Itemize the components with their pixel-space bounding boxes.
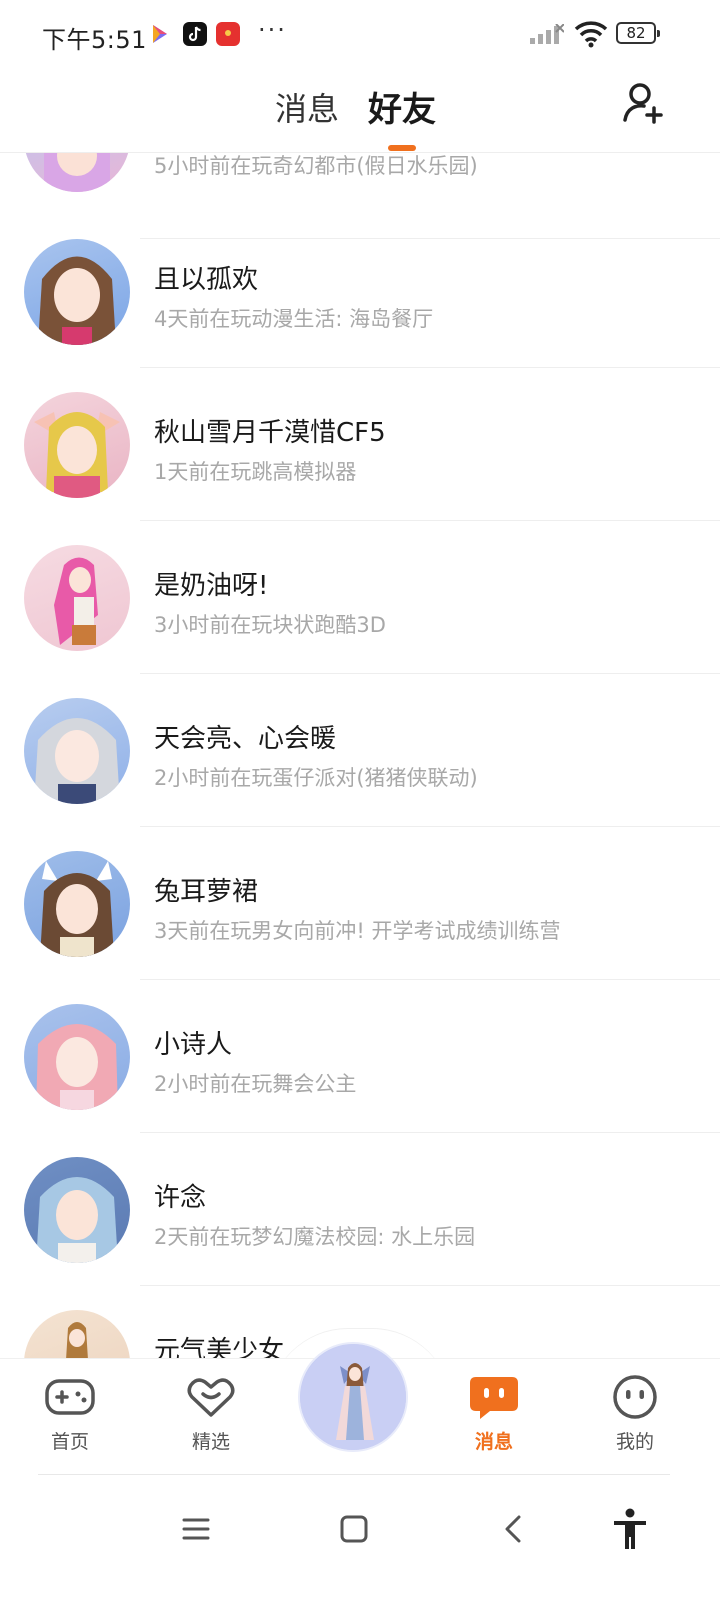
friend-row[interactable]: 5小时前在玩奇幻都市(假日水乐园) [0,153,720,239]
play-store-icon [153,25,167,43]
add-user-icon[interactable] [622,80,666,126]
signal-icon [530,24,564,44]
wifi-icon [574,21,608,48]
friend-name: 且以孤欢 [154,265,259,295]
friend-name: 元气美少女 [154,1336,285,1360]
friend-avatar [24,698,130,804]
friend-status: 5小时前在玩奇幻都市(假日水乐园) [154,154,478,178]
friend-avatar [24,545,130,651]
status-time: 下午5:51 [42,26,147,54]
friend-name: 小诗人 [154,1030,233,1060]
tab-friends[interactable]: 好友 [368,82,436,131]
divider [140,673,720,674]
accessibility-icon[interactable] [606,1505,654,1553]
divider [140,520,720,521]
friend-avatar [24,392,130,498]
friend-status: 1天前在玩跳高模拟器 [154,460,357,484]
nav-label: 我的 [615,1431,654,1453]
avatar-character-icon [300,1344,406,1450]
red-envelope-icon [216,22,240,46]
gamepad-icon [45,1379,95,1415]
face-icon [613,1375,657,1419]
friend-status: 4天前在玩动漫生活: 海岛餐厅 [154,307,434,331]
nav-label: 首页 [50,1431,89,1453]
friends-screen: 下午5:51 ··· 82 消息 好友 5小时前在玩奇幻都市(假日水乐园) 且以… [0,0,720,1600]
active-tab-indicator [388,145,416,151]
menu-icon[interactable] [172,1505,220,1553]
tab-messages[interactable]: 消息 [275,84,339,130]
friend-status: 2小时前在玩蛋仔派对(猪猪侠联动) [154,766,478,790]
friend-row[interactable]: 秋山雪月千漠惜CF5 1天前在玩跳高模拟器 [0,392,720,545]
friend-row[interactable]: 且以孤欢 4天前在玩动漫生活: 海岛餐厅 [0,239,720,392]
system-navigation-bar [0,1475,720,1600]
friend-row[interactable]: 天会亮、心会暖 2小时前在玩蛋仔派对(猪猪侠联动) [0,698,720,851]
nav-label: 精选 [191,1431,230,1453]
heart-icon [187,1378,235,1417]
friend-avatar [24,153,130,192]
nav-profile[interactable]: 我的 [585,1373,685,1454]
friend-status: 3天前在玩男女向前冲! 开学考试成绩训练营 [154,919,561,943]
nav-label: 消息 [474,1431,513,1453]
more-notifications-icon: ··· [258,16,287,44]
battery-indicator: 82 [616,22,660,44]
divider [140,826,720,827]
friend-name: 许念 [154,1183,207,1213]
friend-row[interactable]: 兔耳萝裙 3天前在玩男女向前冲! 开学考试成绩训练营 [0,851,720,1004]
friend-row[interactable]: 是奶油呀! 3小时前在玩块状跑酷3D [0,545,720,698]
friend-name: 天会亮、心会暖 [154,724,337,754]
chat-icon [470,1377,518,1419]
divider [140,1285,720,1286]
nav-home[interactable]: 首页 [20,1373,120,1454]
friend-avatar [24,851,130,957]
friend-row[interactable]: 小诗人 2小时前在玩舞会公主 [0,1004,720,1157]
nav-messages[interactable]: 消息 [444,1373,544,1454]
back-icon[interactable] [490,1505,538,1553]
friend-status: 3小时前在玩块状跑酷3D [154,613,386,637]
friend-avatar [24,1004,130,1110]
friend-row[interactable]: 许念 2天前在玩梦幻魔法校园: 水上乐园 [0,1157,720,1310]
friend-avatar [24,1157,130,1263]
friend-status: 2小时前在玩舞会公主 [154,1072,357,1096]
home-icon[interactable] [330,1505,378,1553]
tiktok-icon [183,22,207,46]
divider [140,367,720,368]
friend-avatar [24,1310,130,1360]
friend-name: 秋山雪月千漠惜CF5 [154,418,386,448]
top-header: 消息 好友 [0,66,720,153]
friend-avatar [24,239,130,345]
friend-name: 兔耳萝裙 [154,877,259,907]
status-bar: 下午5:51 ··· 82 [0,0,720,66]
divider [140,979,720,980]
nav-featured[interactable]: 精选 [161,1373,261,1454]
friend-status: 2天前在玩梦幻魔法校园: 水上乐园 [154,1225,476,1249]
divider [140,1132,720,1133]
center-avatar-button[interactable] [298,1342,408,1452]
friend-list[interactable]: 5小时前在玩奇幻都市(假日水乐园) 且以孤欢 4天前在玩动漫生活: 海岛餐厅 秋… [0,153,720,1360]
friend-name: 是奶油呀! [154,571,269,601]
